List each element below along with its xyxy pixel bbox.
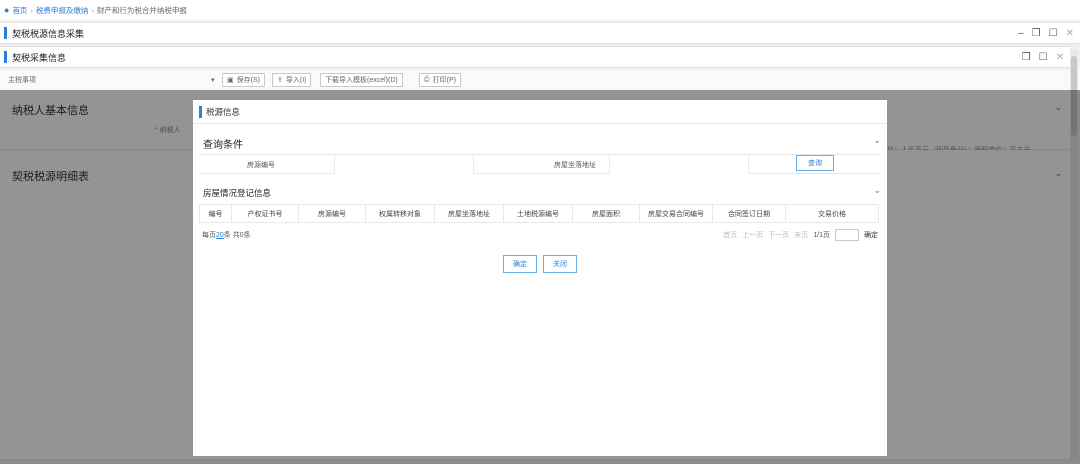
chevron-down-icon[interactable]: ⌄ <box>873 135 881 146</box>
registry-table: 编号 产权证书号 房源编号 权属转移对象 房屋坐落地址 土地税源编号 房屋面积 … <box>199 204 879 223</box>
title-accent-mark <box>4 27 7 39</box>
breadcrumb-separator-icon: › <box>30 5 33 15</box>
save-button[interactable]: ▣ 保存(S) <box>222 73 265 87</box>
prev-page-button[interactable]: 上一页 <box>742 230 763 240</box>
search-button[interactable]: 查询 <box>796 155 834 171</box>
house-no-input[interactable] <box>334 155 474 174</box>
page-number-input[interactable] <box>835 229 859 241</box>
breadcrumb-separator-icon: › <box>91 5 94 15</box>
column-header[interactable]: 权属转移对象 <box>365 204 435 223</box>
upload-icon: ⇪ <box>277 77 283 84</box>
column-header[interactable]: 房源编号 <box>298 204 366 223</box>
maximize-icon[interactable]: ☐ <box>1049 28 1058 39</box>
query-section-title: 查询条件 <box>203 140 243 151</box>
chevron-down-icon[interactable]: ▾ <box>211 76 215 84</box>
restore-icon[interactable]: ❐ <box>1022 52 1031 63</box>
table-header-row: 编号 产权证书号 房源编号 权属转移对象 房屋坐落地址 土地税源编号 房屋面积 … <box>199 204 879 223</box>
confirm-button[interactable]: 确定 <box>503 255 537 273</box>
close-icon[interactable]: ✕ <box>1066 28 1074 39</box>
title-accent-mark <box>4 51 7 63</box>
page-size-info: 每页20条 共0条 <box>202 230 251 240</box>
modal-footer: 确定 关闭 <box>193 255 887 273</box>
location-pin-icon: ● <box>4 5 10 15</box>
column-header[interactable]: 编号 <box>199 204 232 223</box>
go-page-button[interactable]: 确定 <box>864 230 878 240</box>
chevron-down-icon[interactable]: ⌄ <box>873 185 881 196</box>
breadcrumb-level2[interactable]: 税费申报及缴纳 <box>36 5 89 16</box>
page-info: 1/1页 <box>813 232 830 239</box>
first-page-button[interactable]: 首页 <box>723 230 737 240</box>
print-icon: ⎙ <box>424 76 430 83</box>
query-row: 房源编号 房屋坐落地址 <box>199 154 879 174</box>
inner-window-titlebar: 契税采集信息 ❐ ☐ ✕ <box>0 46 1070 68</box>
download-template-button[interactable]: 下载导入模板(excel)(D) <box>320 73 403 87</box>
next-page-button[interactable]: 下一页 <box>768 230 789 240</box>
print-button[interactable]: ⎙ 打印(P) <box>419 73 461 87</box>
modal-title: 税源信息 <box>206 106 241 117</box>
save-icon: ▣ <box>227 77 234 84</box>
title-accent-mark <box>199 105 202 118</box>
tax-source-modal: 税源信息 查询条件 ⌄ 房源编号 房屋坐落地址 查询 房屋情况登记信息 ⌄ 编号… <box>193 100 887 456</box>
maximize-icon[interactable]: ☐ <box>1039 52 1048 63</box>
address-input[interactable] <box>609 155 749 174</box>
column-header[interactable]: 房屋面积 <box>572 204 640 223</box>
breadcrumb-current: 财产和行为税合并纳税申报 <box>96 5 187 15</box>
toolbar: 主税事项 ▾ ▣ 保存(S) ⇪ 导入(I) 下载导入模板(excel)(D) ⎙ 打… <box>0 70 1080 90</box>
modal-header: 税源信息 <box>193 100 887 124</box>
print-button-label: 打印(P) <box>432 77 456 84</box>
outer-window-title: 契税税源信息采集 <box>12 28 85 39</box>
total-count: 条 共0条 <box>223 232 251 239</box>
last-page-button[interactable]: 末页 <box>794 230 808 240</box>
import-button[interactable]: ⇪ 导入(I) <box>272 73 312 87</box>
column-header[interactable]: 产权证书号 <box>231 204 299 223</box>
minimize-icon[interactable]: ‒ <box>1018 28 1024 39</box>
house-no-label: 房源编号 <box>247 162 275 169</box>
outer-window-titlebar: 契税税源信息采集 ‒ ❐ ☐ ✕ <box>0 22 1080 44</box>
close-icon[interactable]: ✕ <box>1056 52 1064 63</box>
column-header[interactable]: 合同签订日期 <box>712 204 786 223</box>
column-header[interactable]: 交易价格 <box>785 204 879 223</box>
column-header[interactable]: 土地税源编号 <box>503 204 573 223</box>
column-header[interactable]: 房屋坐落地址 <box>434 204 504 223</box>
save-button-label: 保存(S) <box>236 77 260 84</box>
pagination: 每页20条 共0条 首页 上一页 下一页 末页 1/1页 确定 <box>202 228 878 242</box>
close-button[interactable]: 关闭 <box>543 255 577 273</box>
address-label: 房屋坐落地址 <box>554 162 596 169</box>
column-header[interactable]: 房屋交易合同编号 <box>639 204 713 223</box>
restore-icon[interactable]: ❐ <box>1032 28 1041 39</box>
page-size-prefix: 每页 <box>202 232 216 239</box>
import-button-label: 导入(I) <box>285 77 307 84</box>
tax-item-select[interactable]: 主税事项 <box>8 75 36 85</box>
inner-window-title: 契税采集信息 <box>12 52 67 63</box>
breadcrumb: ● 首页 › 税费申报及缴纳 › 财产和行为税合并纳税申报 <box>0 0 1080 20</box>
breadcrumb-home[interactable]: 首页 <box>12 5 27 16</box>
page-size-link[interactable]: 20 <box>216 232 224 239</box>
download-template-label: 下载导入模板(excel)(D) <box>325 77 398 84</box>
registry-section-title: 房屋情况登记信息 <box>203 188 272 198</box>
